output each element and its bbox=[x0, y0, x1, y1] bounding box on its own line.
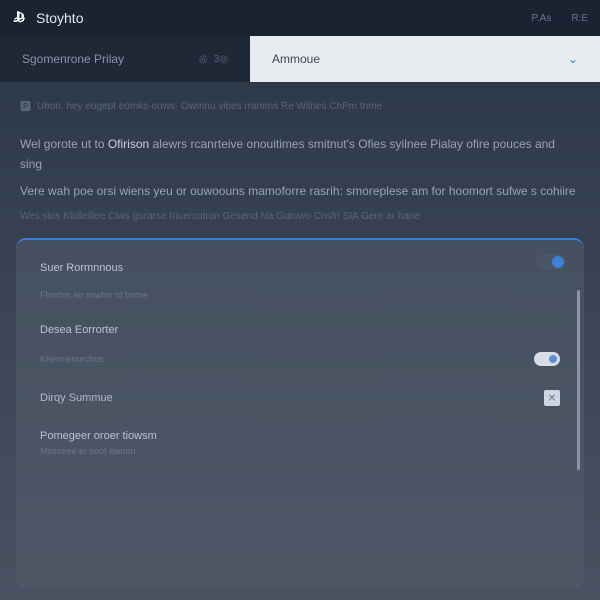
hint-row: 🅿 Ubon. hey eogept eomks·ouws· Owmnu vib… bbox=[20, 98, 580, 114]
row-label: Dirqy Summue bbox=[40, 392, 113, 404]
tab-label: Ammoue bbox=[272, 52, 320, 66]
switch-kherm[interactable] bbox=[534, 352, 560, 366]
row-dirqy: Dirqy Summue ✕ bbox=[40, 390, 560, 406]
tab-ammoue[interactable]: Ammoue ⌄ bbox=[250, 36, 600, 82]
chevron-down-icon: ⌄ bbox=[568, 52, 578, 66]
header-meta-2: R:E bbox=[571, 13, 588, 24]
dialog-main-toggle[interactable] bbox=[536, 254, 566, 270]
row-label: Khermenurchos bbox=[40, 354, 104, 364]
tab-bar: Sgomenrone Prilay ◎ 3◎ Ammoue ⌄ bbox=[0, 36, 600, 82]
toggle-knob bbox=[552, 256, 564, 268]
section-sub-1: Fhmhm ao sowhrr nf bome bbox=[40, 290, 560, 300]
section-title-1: Suer Rormnnous bbox=[40, 262, 560, 274]
section-sub-4: Mosseee er soot ewnon bbox=[40, 446, 560, 456]
row-kherm: Khermenurchos bbox=[40, 352, 560, 366]
section-title-2: Desea Eorrorter bbox=[40, 324, 560, 336]
header-right: P.As R:E bbox=[531, 13, 588, 24]
dialog-scrollbar[interactable] bbox=[577, 290, 580, 470]
tab-sgomenrone[interactable]: Sgomenrone Prilay ◎ 3◎ bbox=[0, 36, 250, 82]
section-title-4: Pomegeer oroer tiowsm bbox=[40, 430, 560, 442]
header-meta-1: P.As bbox=[531, 13, 551, 24]
tab-badges: ◎ 3◎ bbox=[199, 54, 228, 65]
badge-icon: ◎ bbox=[199, 54, 208, 65]
hint-text: Ubon. hey eogept eomks·ouws· Owmnu vibes… bbox=[37, 101, 382, 112]
checkbox-dirqy[interactable]: ✕ bbox=[544, 390, 560, 406]
app-title: Stoyhto bbox=[36, 10, 83, 26]
settings-dialog: Suer Rormnnous Fhmhm ao sowhrr nf bome D… bbox=[16, 238, 584, 588]
highlight-word: Ofirison bbox=[108, 137, 149, 151]
badge-count: 3◎ bbox=[214, 54, 228, 65]
info-icon: 🅿 bbox=[20, 98, 31, 114]
tab-label: Sgomenrone Prilay bbox=[22, 52, 124, 66]
body-paragraph-1: Wel gorote ut to Ofirison alewrs rcanrte… bbox=[20, 134, 580, 175]
body-paragraph-2: Vere wah poe orsi wiens yeu or ouwoouns … bbox=[20, 181, 580, 201]
app-header: Stoyhto P.As R:E bbox=[0, 0, 600, 36]
ps-logo-icon bbox=[12, 10, 28, 26]
content-area: 🅿 Ubon. hey eogept eomks·ouws· Owmnu vib… bbox=[0, 82, 600, 222]
muted-footnote: Wes slos Klidleillee Ciws gurarse Inuerc… bbox=[20, 211, 580, 222]
